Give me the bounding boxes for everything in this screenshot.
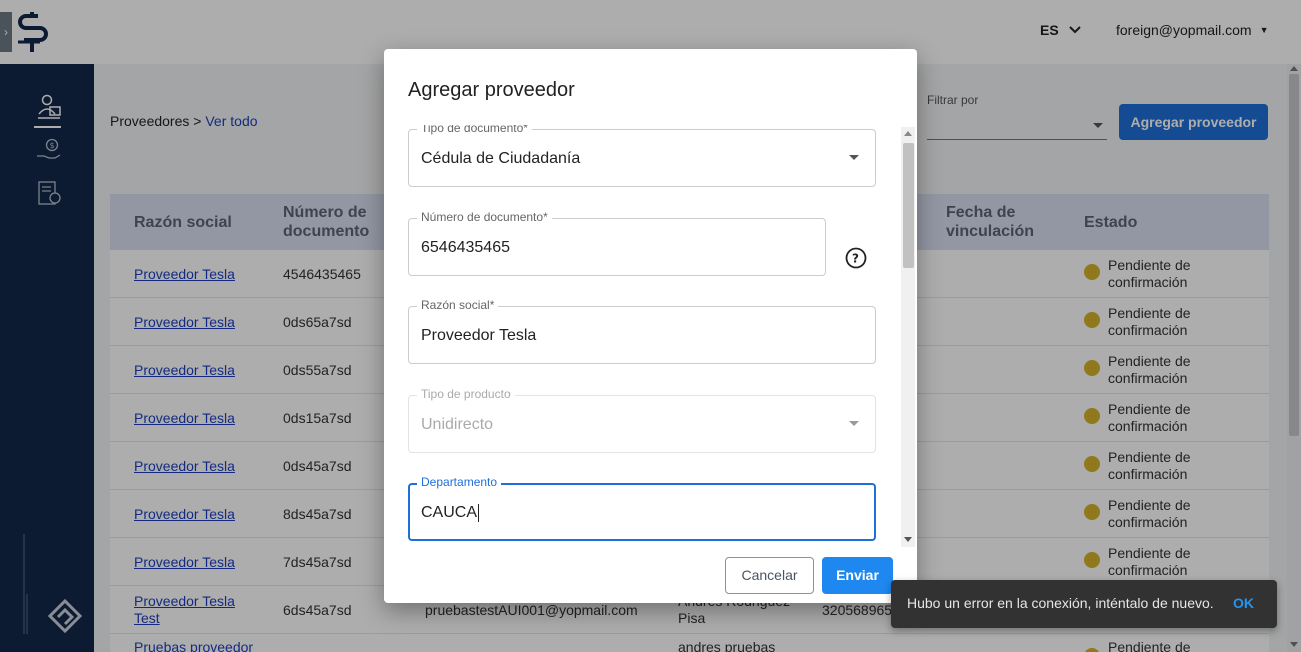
svg-text:?: ? <box>852 252 859 266</box>
business-name-field[interactable]: Razón social* Proveedor Tesla <box>408 298 876 364</box>
text-caret <box>478 504 480 522</box>
snackbar-message: Hubo un error en la conexión, inténtalo … <box>907 595 1214 611</box>
help-circle-icon[interactable]: ? <box>845 247 867 269</box>
scroll-down-icon[interactable] <box>904 537 912 542</box>
business-name-label: Razón social* <box>417 298 499 312</box>
product-type-label: Tipo de producto <box>417 387 515 401</box>
snackbar-ok-button[interactable]: OK <box>1233 595 1254 611</box>
scroll-up-icon[interactable] <box>904 131 912 136</box>
product-type-select: Tipo de producto Unidirecto <box>408 387 876 453</box>
scroll-thumb[interactable] <box>903 143 914 268</box>
department-label: Departamento <box>417 475 502 489</box>
product-type-value: Unidirecto <box>421 416 494 433</box>
dialog-scrollbar[interactable] <box>901 127 915 547</box>
department-field[interactable]: Departamento CAUCA <box>408 475 876 541</box>
document-number-label: Número de documento* <box>417 210 552 224</box>
document-number-value: 6546435465 <box>421 239 510 256</box>
dropdown-arrow-icon <box>849 155 859 160</box>
cancel-button[interactable]: Cancelar <box>725 557 814 594</box>
dropdown-arrow-icon <box>849 421 859 426</box>
dialog-title: Agregar proveedor <box>408 79 575 101</box>
document-type-value: Cédula de Ciudadanía <box>421 150 581 167</box>
document-type-select[interactable]: Tipo de documento* Cédula de Ciudadanía <box>408 125 876 187</box>
error-snackbar: Hubo un error en la conexión, inténtalo … <box>891 580 1277 628</box>
add-provider-dialog: Agregar proveedor Tipo de documento* Céd… <box>384 49 917 603</box>
dialog-form: Tipo de documento* Cédula de Ciudadanía … <box>384 125 917 549</box>
submit-button[interactable]: Enviar <box>822 557 893 594</box>
business-name-value: Proveedor Tesla <box>421 327 537 344</box>
document-type-label: Tipo de documento* <box>417 125 532 135</box>
department-text: CAUCA <box>421 504 478 522</box>
department-value: CAUCA <box>421 504 480 522</box>
document-number-field[interactable]: Número de documento* 6546435465 <box>408 210 826 276</box>
